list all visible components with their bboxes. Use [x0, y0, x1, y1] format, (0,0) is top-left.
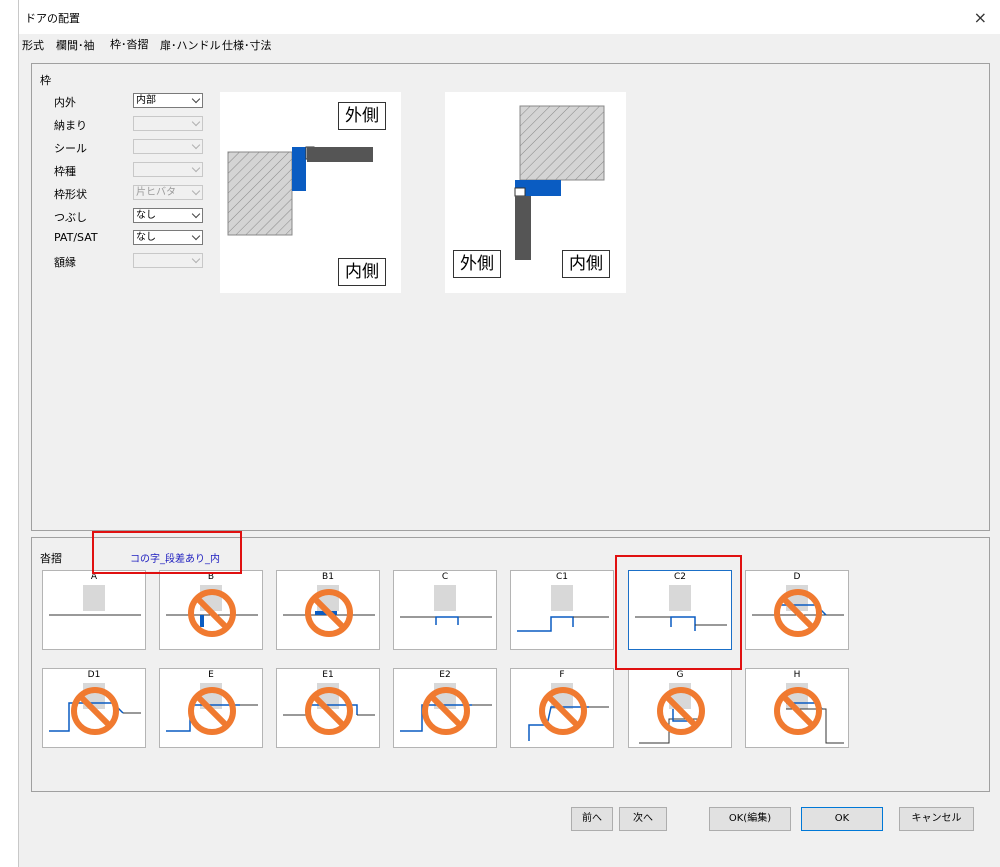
- pat-sat-value: なし: [136, 232, 156, 243]
- ok-edit-button[interactable]: OK(編集): [709, 807, 791, 831]
- chevron-down-icon: [191, 94, 201, 104]
- field-label-seal: シール: [54, 142, 87, 155]
- threshold-option-f[interactable]: F: [510, 668, 614, 748]
- threshold-shape-icon: [774, 683, 844, 744]
- threshold-shape-icon: [49, 585, 141, 616]
- frame-shape-select[interactable]: 片ヒバタ: [133, 185, 203, 200]
- inside-label: 内側: [338, 258, 386, 286]
- threshold-option-e1[interactable]: E1: [276, 668, 380, 748]
- seal-select[interactable]: [133, 139, 203, 154]
- field-label-crush: つぶし: [54, 211, 87, 224]
- tab-leaf-handle[interactable]: 扉･ハンドル: [157, 38, 224, 54]
- field-label-frame-shape: 枠形状: [54, 188, 87, 201]
- tab-spec-dimension[interactable]: 仕様･寸法: [219, 38, 275, 54]
- threshold-shape-icon: [400, 585, 492, 625]
- field-label-fit: 納まり: [54, 119, 87, 132]
- frame-shape-value: 片ヒバタ: [136, 187, 176, 198]
- inout-select[interactable]: 内部: [133, 93, 203, 108]
- close-icon[interactable]: ×: [974, 8, 987, 27]
- threshold-shape-icon: [752, 585, 844, 637]
- threshold-option-label: E2: [439, 670, 451, 680]
- frame-section-diagram-2: 外側 内側: [445, 92, 626, 293]
- threshold-shape-icon: [528, 683, 609, 741]
- threshold-option-label: F: [559, 670, 565, 680]
- threshold-shape-icon: [49, 683, 141, 735]
- crush-value: なし: [136, 210, 156, 221]
- threshold-shape-icon: [517, 585, 609, 632]
- threshold-option-label: G: [676, 670, 684, 680]
- chevron-down-icon: [191, 140, 201, 150]
- frame-group-label: 枠: [40, 74, 51, 87]
- annotation-highlight-name: [92, 531, 242, 574]
- threshold-shape-icon: [166, 683, 258, 735]
- threshold-group: 沓摺 コの字_段差あり_内 A B B1 C C1 C2 D D1 E E1 E2 F G H: [31, 537, 990, 792]
- next-button[interactable]: 次へ: [619, 807, 667, 831]
- threshold-option-d[interactable]: D: [745, 570, 849, 650]
- frame-group: 枠 内外 内部 納まり シール 枠種 枠形状 片ヒバタ つぶし なし PAT/S…: [31, 63, 990, 531]
- threshold-shape-icon: [283, 585, 375, 637]
- chevron-down-icon: [191, 117, 201, 127]
- threshold-option-label: H: [793, 670, 801, 680]
- threshold-option-h[interactable]: H: [745, 668, 849, 748]
- inside-label: 内側: [562, 250, 610, 278]
- chevron-down-icon: [191, 254, 201, 264]
- tab-transom-side[interactable]: 欄間･袖: [53, 38, 98, 54]
- prev-button[interactable]: 前へ: [571, 807, 613, 831]
- threshold-shape-icon: [400, 683, 492, 735]
- outside-label: 外側: [338, 102, 386, 130]
- threshold-option-label: C: [441, 572, 449, 582]
- fit-select[interactable]: [133, 116, 203, 131]
- window-title: ドアの配置: [25, 12, 80, 25]
- threshold-option-c[interactable]: C: [393, 570, 497, 650]
- threshold-shape-icon: [639, 683, 705, 744]
- threshold-option-label: B1: [322, 572, 334, 582]
- door-placement-dialog: ドアの配置 × 形式 欄間･袖 枠･沓摺 扉･ハンドル 仕様･寸法 枠 内外 内…: [18, 0, 1000, 867]
- threshold-option-label: C1: [555, 572, 568, 582]
- casing-select[interactable]: [133, 253, 203, 268]
- cancel-button[interactable]: キャンセル: [899, 807, 974, 831]
- threshold-group-label: 沓摺: [40, 552, 62, 565]
- field-label-casing: 額縁: [54, 256, 76, 269]
- field-label-inout: 内外: [54, 96, 76, 109]
- threshold-option-label: D: [793, 572, 801, 582]
- tab-strip: 形式 欄間･袖 枠･沓摺 扉･ハンドル 仕様･寸法: [19, 36, 1000, 56]
- threshold-option-b1[interactable]: B1: [276, 570, 380, 650]
- chevron-down-icon: [191, 163, 201, 173]
- frame-section-diagram-1: 外側 内側: [220, 92, 401, 293]
- field-label-frame-kind: 枠種: [54, 165, 76, 178]
- field-label-pat-sat: PAT/SAT: [54, 231, 98, 244]
- threshold-option-label: E1: [322, 670, 334, 680]
- chevron-down-icon: [191, 209, 201, 219]
- threshold-option-e2[interactable]: E2: [393, 668, 497, 748]
- tab-frame-threshold[interactable]: 枠･沓摺: [107, 36, 152, 56]
- annotation-highlight-c2: [615, 555, 742, 670]
- threshold-option-d1[interactable]: D1: [42, 668, 146, 748]
- chevron-down-icon: [191, 186, 201, 196]
- title-bar: ドアの配置 ×: [19, 0, 1000, 34]
- outside-label: 外側: [453, 250, 501, 278]
- threshold-option-e[interactable]: E: [159, 668, 263, 748]
- threshold-shape-icon: [283, 683, 375, 735]
- threshold-shape-icon: [166, 585, 258, 637]
- threshold-option-b[interactable]: B: [159, 570, 263, 650]
- ok-button[interactable]: OK: [801, 807, 883, 831]
- crush-select[interactable]: なし: [133, 208, 203, 223]
- threshold-option-g[interactable]: G: [628, 668, 732, 748]
- threshold-option-a[interactable]: A: [42, 570, 146, 650]
- threshold-option-label: D1: [87, 670, 101, 680]
- inout-value: 内部: [136, 95, 156, 106]
- frame-kind-select[interactable]: [133, 162, 203, 177]
- tab-type[interactable]: 形式: [19, 38, 47, 54]
- chevron-down-icon: [191, 231, 201, 241]
- threshold-option-label: E: [208, 670, 214, 680]
- threshold-option-c1[interactable]: C1: [510, 570, 614, 650]
- pat-sat-select[interactable]: なし: [133, 230, 203, 245]
